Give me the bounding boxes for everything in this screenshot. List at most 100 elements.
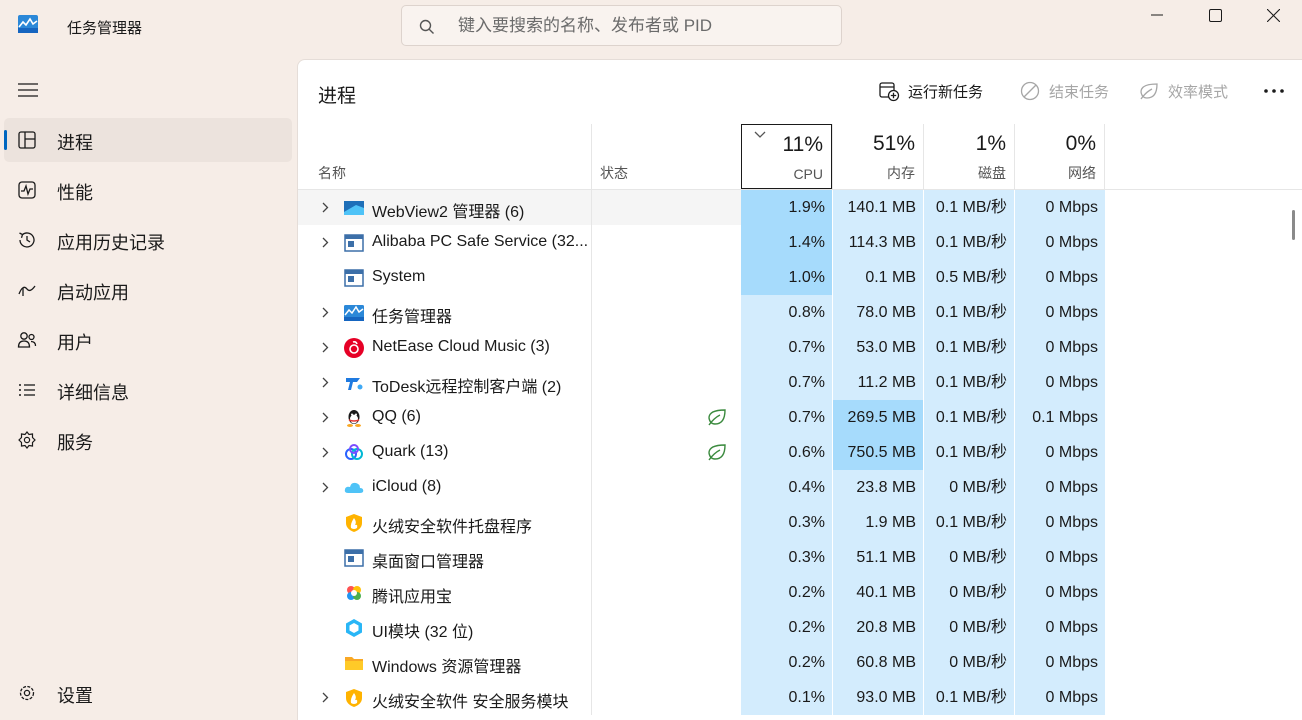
network-total-percent: 0% [1065, 132, 1096, 155]
process-status-cell [591, 260, 741, 295]
process-status-cell [591, 295, 741, 330]
process-name: NetEase Cloud Music (3) [372, 338, 550, 355]
sidebar: 进程 性能 应用历史记录 启动应用 用户 详细信息 服务 设置 [0, 62, 297, 720]
sidebar-item-performance[interactable]: 性能 [4, 168, 292, 212]
chevron-right-icon[interactable] [320, 446, 330, 459]
sidebar-item-startup-apps[interactable]: 启动应用 [4, 268, 292, 312]
column-header-name[interactable]: 名称 [298, 124, 591, 189]
process-cpu: 1.0% [741, 260, 832, 295]
sidebar-item-processes[interactable]: 进程 [4, 118, 292, 162]
process-name: 火绒安全软件 安全服务模块 [372, 694, 569, 711]
process-row[interactable]: QQ (6) 0.7% 269.5 MB 0.1 MB/秒 0.1 Mbps [298, 400, 1302, 435]
processes-icon [18, 131, 36, 149]
process-network: 0 Mbps [1014, 365, 1105, 400]
process-row[interactable]: 火绒安全软件 安全服务模块 0.1% 93.0 MB 0.1 MB/秒 0 Mbps [298, 680, 1302, 715]
run-new-task-icon [879, 82, 900, 102]
process-name: Quark (13) [372, 443, 449, 460]
sidebar-item-settings[interactable]: 设置 [4, 671, 292, 715]
process-disk: 0.1 MB/秒 [923, 435, 1014, 470]
end-task-label: 结束任务 [1049, 83, 1110, 101]
sidebar-item-users[interactable]: 用户 [4, 318, 292, 362]
process-row[interactable]: iCloud (8) 0.4% 23.8 MB 0 MB/秒 0 Mbps [298, 470, 1302, 505]
process-disk: 0.5 MB/秒 [923, 260, 1014, 295]
efficiency-mode-leaf-icon [708, 444, 726, 461]
process-disk: 0.1 MB/秒 [923, 505, 1014, 540]
process-status-cell [591, 540, 741, 575]
process-row[interactable]: Windows 资源管理器 0.2% 60.8 MB 0 MB/秒 0 Mbps [298, 645, 1302, 680]
sidebar-item-details[interactable]: 详细信息 [4, 368, 292, 412]
chevron-right-icon[interactable] [320, 236, 330, 249]
process-network: 0 Mbps [1014, 540, 1105, 575]
process-network: 0 Mbps [1014, 575, 1105, 610]
process-name: 桌面窗口管理器 [372, 554, 485, 571]
process-row[interactable]: 桌面窗口管理器 0.3% 51.1 MB 0 MB/秒 0 Mbps [298, 540, 1302, 575]
chevron-right-icon[interactable] [320, 201, 330, 214]
column-header-network[interactable]: 0% 网络 [1014, 124, 1105, 189]
process-row[interactable]: System 1.0% 0.1 MB 0.5 MB/秒 0 Mbps [298, 260, 1302, 295]
efficiency-mode-label: 效率模式 [1168, 83, 1229, 101]
dwm-window-icon [344, 549, 364, 567]
process-row[interactable]: WebView2 管理器 (6) 1.9% 140.1 MB 0.1 MB/秒 0 Mb… [298, 190, 1302, 225]
chevron-right-icon[interactable] [320, 306, 330, 319]
process-name-cell: iCloud (8) [298, 470, 591, 505]
chevron-right-icon[interactable] [320, 481, 330, 494]
process-name-cell: ToDesk远程控制客户端 (2) [298, 365, 591, 400]
process-row[interactable]: 任务管理器 0.8% 78.0 MB 0.1 MB/秒 0 Mbps [298, 295, 1302, 330]
column-header-memory[interactable]: 51% 内存 [832, 124, 923, 189]
process-disk: 0 MB/秒 [923, 575, 1014, 610]
process-memory: 11.2 MB [832, 365, 923, 400]
task-manager-icon [344, 305, 364, 321]
more-options-icon[interactable] [1262, 80, 1286, 102]
chevron-right-icon[interactable] [320, 691, 330, 704]
process-memory: 269.5 MB [832, 400, 923, 435]
close-button[interactable] [1244, 0, 1302, 30]
chevron-right-icon[interactable] [320, 341, 330, 354]
minimize-button[interactable] [1128, 0, 1186, 30]
process-status-cell [591, 680, 741, 715]
process-network: 0.1 Mbps [1014, 400, 1105, 435]
process-row[interactable]: ToDesk远程控制客户端 (2) 0.7% 11.2 MB 0.1 MB/秒 0 Mb… [298, 365, 1302, 400]
process-disk: 0 MB/秒 [923, 540, 1014, 575]
process-row[interactable]: NetEase Cloud Music (3) 0.7% 53.0 MB 0.1 MB… [298, 330, 1302, 365]
maximize-button[interactable] [1186, 0, 1244, 30]
close-icon [1266, 8, 1280, 22]
process-name-cell: UI模块 (32 位) [298, 610, 591, 645]
chevron-right-icon[interactable] [320, 411, 330, 424]
system-window-icon [344, 269, 364, 287]
chevron-right-icon[interactable] [320, 376, 330, 389]
sidebar-item-app-history[interactable]: 应用历史记录 [4, 218, 292, 262]
process-network: 0 Mbps [1014, 295, 1105, 330]
process-row[interactable]: Quark (13) 0.6% 750.5 MB 0.1 MB/秒 0 Mbps [298, 435, 1302, 470]
sidebar-item-services[interactable]: 服务 [4, 418, 292, 462]
column-header-cpu[interactable]: 11% CPU [741, 124, 832, 189]
process-cpu: 0.3% [741, 540, 832, 575]
process-memory: 93.0 MB [832, 680, 923, 715]
process-row[interactable]: 火绒安全软件托盘程序 0.3% 1.9 MB 0.1 MB/秒 0 Mbps [298, 505, 1302, 540]
icloud-icon [344, 482, 364, 493]
memory-total-percent: 51% [872, 132, 915, 155]
startup-apps-icon [18, 285, 36, 296]
page-title: 进程 [318, 86, 357, 107]
column-header-status[interactable]: 状态 [591, 124, 741, 189]
run-new-task-button[interactable]: 运行新任务 [878, 79, 983, 103]
app-title: 任务管理器 [67, 20, 143, 37]
process-name: Windows 资源管理器 [372, 659, 522, 676]
process-name: ToDesk远程控制客户端 (2) [372, 379, 562, 396]
search-input[interactable] [458, 15, 828, 37]
efficiency-mode-button[interactable]: 效率模式 [1138, 79, 1228, 103]
end-task-button[interactable]: 结束任务 [1019, 79, 1109, 103]
hamburger-menu-icon[interactable] [17, 80, 39, 100]
column-header-disk[interactable]: 1% 磁盘 [923, 124, 1014, 189]
disk-total-percent: 1% [975, 132, 1006, 155]
process-row[interactable]: 腾讯应用宝 0.2% 40.1 MB 0 MB/秒 0 Mbps [298, 575, 1302, 610]
scrollbar-thumb[interactable] [1292, 210, 1295, 240]
process-name-cell: Windows 资源管理器 [298, 645, 591, 680]
search-box[interactable] [401, 5, 842, 46]
process-memory: 0.1 MB [832, 260, 923, 295]
process-network: 0 Mbps [1014, 330, 1105, 365]
process-row[interactable]: Alibaba PC Safe Service (32... 1.4% 114.3 … [298, 225, 1302, 260]
process-memory: 1.9 MB [832, 505, 923, 540]
process-status-cell [591, 610, 741, 645]
run-new-task-label: 运行新任务 [908, 83, 984, 101]
process-row[interactable]: UI模块 (32 位) 0.2% 20.8 MB 0 MB/秒 0 Mbps [298, 610, 1302, 645]
